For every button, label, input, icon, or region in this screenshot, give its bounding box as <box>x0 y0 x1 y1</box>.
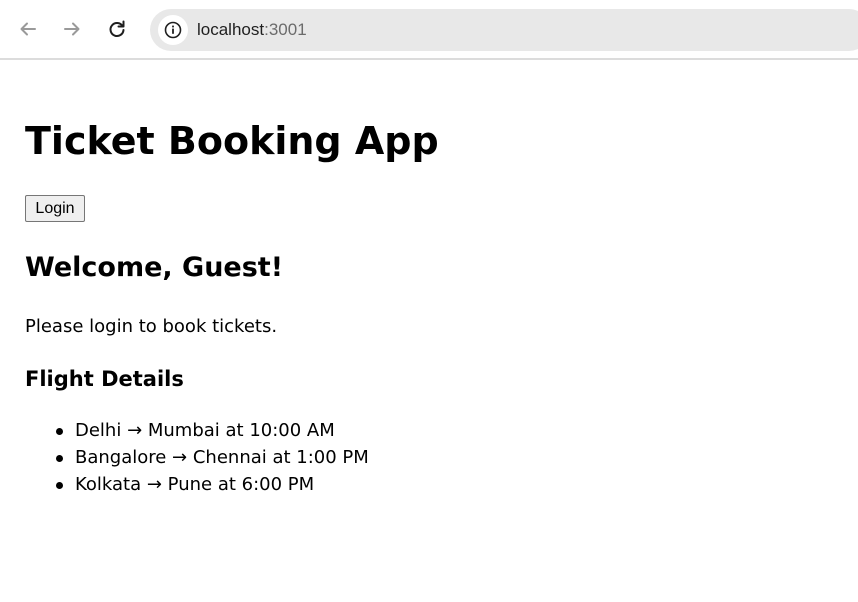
arrow-left-icon <box>20 22 36 36</box>
page-title: Ticket Booking App <box>25 119 439 163</box>
reload-button[interactable] <box>102 14 132 44</box>
flight-list: Delhi → Mumbai at 10:00 AM Bangalore → C… <box>25 419 369 500</box>
flight-text: Bangalore → Chennai at 1:00 PM <box>75 447 369 468</box>
bullet-icon <box>56 482 63 489</box>
address-bar[interactable]: localhost:3001 <box>150 9 858 51</box>
login-button[interactable]: Login <box>25 195 85 222</box>
login-prompt: Please login to book tickets. <box>25 316 278 337</box>
url-text: localhost:3001 <box>197 20 307 40</box>
list-item: Delhi → Mumbai at 10:00 AM <box>25 419 369 446</box>
site-info-button[interactable] <box>158 15 188 45</box>
list-item: Bangalore → Chennai at 1:00 PM <box>25 446 369 473</box>
reload-icon <box>109 20 125 37</box>
welcome-heading: Welcome, Guest! <box>25 252 284 283</box>
bullet-icon <box>56 455 63 462</box>
browser-toolbar: localhost:3001 <box>0 0 858 60</box>
url-port: :3001 <box>264 20 307 39</box>
flight-text: Delhi → Mumbai at 10:00 AM <box>75 420 335 441</box>
flight-text: Kolkata → Pune at 6:00 PM <box>75 474 315 495</box>
info-icon <box>164 21 182 39</box>
forward-button[interactable] <box>57 14 87 44</box>
arrow-right-icon <box>64 22 80 36</box>
list-item: Kolkata → Pune at 6:00 PM <box>25 473 369 500</box>
bullet-icon <box>56 428 63 435</box>
back-button[interactable] <box>13 14 43 44</box>
url-host: localhost <box>197 20 265 39</box>
flight-details-heading: Flight Details <box>25 367 184 391</box>
